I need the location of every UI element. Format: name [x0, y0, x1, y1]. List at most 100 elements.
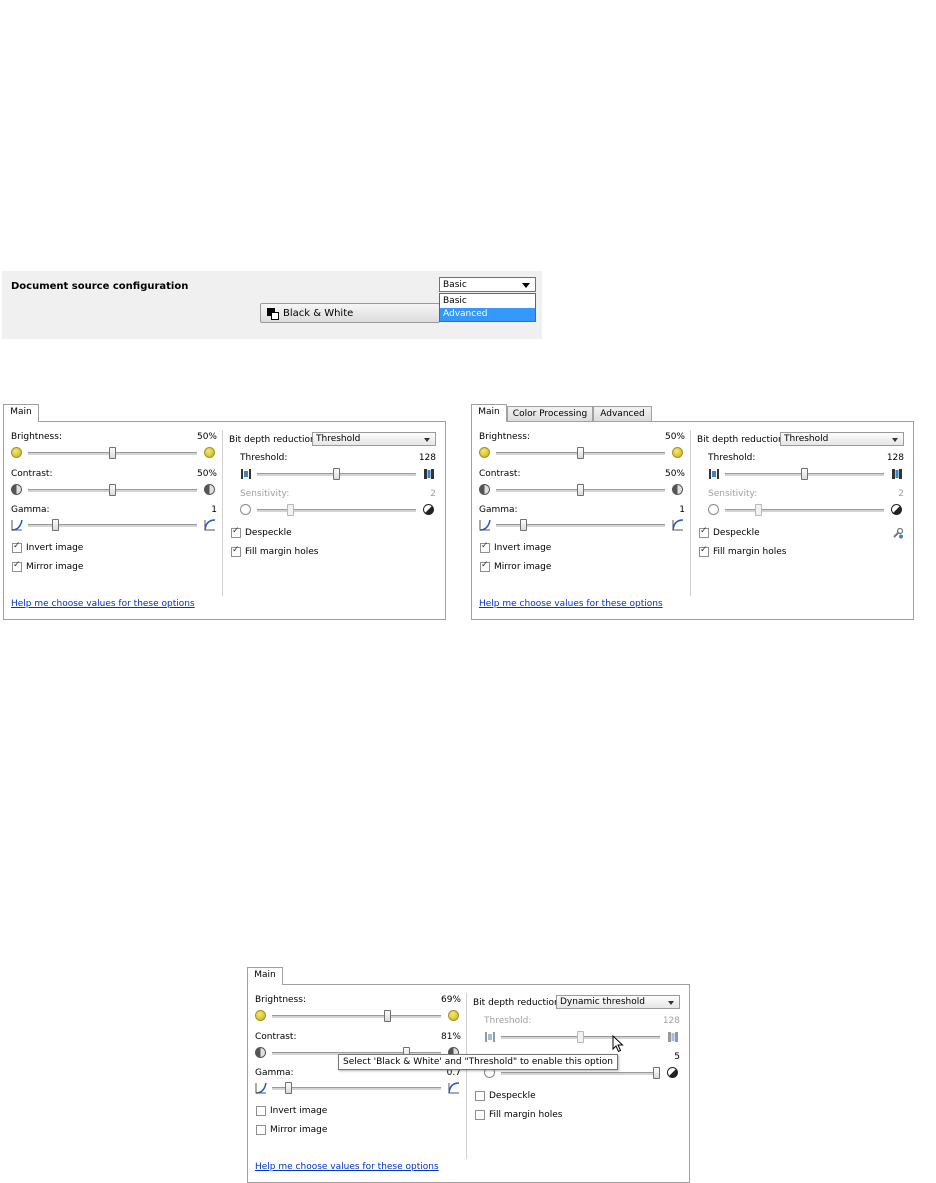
bit-depth-select[interactable]: Threshold: [780, 432, 904, 446]
brightness-high-icon[interactable]: [204, 447, 215, 458]
brightness-high-icon[interactable]: [672, 447, 683, 458]
disabled-option-tooltip: Select 'Black & White' and "Threshold" t…: [338, 1054, 618, 1070]
gamma-label: Gamma:: [479, 505, 518, 515]
brightness-value: 69%: [440, 995, 461, 1005]
threshold-high-icon[interactable]: [423, 468, 435, 480]
bit-depth-select[interactable]: Threshold: [312, 432, 436, 446]
sensitivity-value: 2: [898, 489, 904, 499]
fill-margin-holes-checkbox[interactable]: [475, 1110, 485, 1120]
sensitivity-low-icon[interactable]: [708, 504, 719, 515]
contrast-slider-thumb[interactable]: [109, 484, 116, 496]
threshold-value: 128: [662, 1016, 680, 1026]
sensitivity-track: [257, 509, 416, 512]
mirror-image-label: Mirror image: [26, 562, 84, 572]
threshold-label: Threshold:: [484, 1016, 532, 1026]
sensitivity-low-icon[interactable]: [240, 504, 251, 515]
gamma-high-icon[interactable]: [204, 519, 216, 531]
tab-main[interactable]: Main: [3, 404, 39, 422]
contrast-high-icon[interactable]: [672, 484, 683, 495]
contrast-low-icon[interactable]: [11, 484, 22, 495]
gamma-low-icon[interactable]: [11, 519, 23, 531]
despeckle-label: Despeckle: [489, 1091, 536, 1101]
despeckle-label: Despeckle: [245, 528, 292, 538]
help-link[interactable]: Help me choose values for these options: [11, 599, 195, 609]
mirror-image-label: Mirror image: [270, 1125, 328, 1135]
brightness-slider-thumb[interactable]: [383, 1010, 391, 1022]
gamma-value: 1: [679, 505, 685, 515]
fill-margin-holes-checkbox[interactable]: [699, 545, 709, 557]
brightness-slider-thumb[interactable]: [109, 447, 116, 459]
gamma-track: [272, 1087, 441, 1090]
chevron-down-icon[interactable]: [424, 438, 430, 442]
chevron-down-icon[interactable]: [522, 283, 530, 288]
tab-color-processing[interactable]: Color Processing: [507, 406, 593, 421]
brightness-low-icon[interactable]: [255, 1010, 266, 1021]
sensitivity-high-icon[interactable]: [667, 1067, 678, 1078]
sensitivity-high-icon[interactable]: [891, 504, 902, 515]
sensitivity-slider-thumb[interactable]: [755, 504, 763, 516]
invert-image-checkbox[interactable]: [12, 541, 22, 553]
chevron-down-icon[interactable]: [668, 1001, 674, 1005]
tab-advanced[interactable]: Advanced: [593, 406, 652, 421]
chevron-down-icon[interactable]: [892, 438, 898, 442]
threshold-low-icon[interactable]: [240, 468, 252, 480]
mouse-cursor-icon: [612, 1034, 624, 1053]
threshold-slider-thumb[interactable]: [577, 1031, 584, 1043]
config-mode-dropdown[interactable]: Basic: [439, 277, 536, 292]
brightness-label: Brightness:: [255, 995, 306, 1005]
option-basic[interactable]: Basic: [440, 295, 535, 308]
gamma-high-icon[interactable]: [672, 519, 684, 531]
help-link[interactable]: Help me choose values for these options: [255, 1162, 439, 1172]
threshold-slider-thumb[interactable]: [333, 468, 340, 480]
mirror-image-checkbox[interactable]: [480, 560, 490, 572]
gamma-low-icon[interactable]: [479, 519, 491, 531]
scan-settings-panel-basic: Main Brightness: 50% Contrast: 50% Gamma: 1 In…: [3, 404, 446, 620]
help-link[interactable]: Help me choose values for these options: [479, 599, 663, 609]
config-title: Document source configuration: [11, 281, 189, 292]
fill-margin-holes-checkbox[interactable]: [231, 545, 241, 557]
tab-main[interactable]: Main: [247, 967, 283, 985]
invert-image-checkbox[interactable]: [256, 1106, 266, 1116]
threshold-low-icon[interactable]: [708, 468, 720, 480]
bit-depth-value: Threshold: [784, 434, 829, 444]
sensitivity-high-icon[interactable]: [423, 504, 434, 515]
contrast-slider-thumb[interactable]: [577, 484, 584, 496]
invert-image-checkbox[interactable]: [480, 541, 490, 553]
despeckle-checkbox[interactable]: [475, 1091, 485, 1101]
contrast-value: 50%: [196, 469, 217, 479]
contrast-high-icon[interactable]: [204, 484, 215, 495]
gamma-high-icon[interactable]: [448, 1082, 460, 1094]
threshold-low-icon[interactable]: [484, 1031, 496, 1043]
gamma-slider-thumb[interactable]: [52, 519, 60, 531]
threshold-high-icon[interactable]: [891, 468, 903, 480]
sensitivity-label: Sensitivity:: [708, 489, 758, 499]
contrast-low-icon[interactable]: [255, 1047, 266, 1058]
tools-icon[interactable]: [892, 527, 904, 539]
contrast-label: Contrast:: [255, 1032, 297, 1042]
bit-depth-value: Threshold: [316, 434, 361, 444]
gamma-slider-thumb[interactable]: [520, 519, 528, 531]
gamma-low-icon[interactable]: [255, 1082, 267, 1094]
black-white-button[interactable]: Black & White: [260, 303, 440, 323]
tab-main[interactable]: Main: [471, 404, 507, 422]
option-advanced[interactable]: Advanced: [440, 308, 535, 321]
brightness-low-icon[interactable]: [11, 447, 22, 458]
brightness-slider-thumb[interactable]: [577, 447, 584, 459]
gamma-slider-thumb[interactable]: [284, 1082, 292, 1094]
threshold-high-icon[interactable]: [667, 1031, 679, 1043]
sensitivity-slider-thumb[interactable]: [653, 1067, 660, 1079]
mirror-image-checkbox[interactable]: [256, 1125, 266, 1135]
threshold-slider-thumb[interactable]: [801, 468, 808, 480]
mirror-image-checkbox[interactable]: [12, 560, 22, 572]
sensitivity-slider-thumb[interactable]: [287, 504, 295, 516]
contrast-low-icon[interactable]: [479, 484, 490, 495]
despeckle-checkbox[interactable]: [699, 526, 709, 538]
brightness-low-icon[interactable]: [479, 447, 490, 458]
brightness-high-icon[interactable]: [448, 1010, 459, 1021]
column-divider: [690, 430, 691, 596]
despeckle-checkbox[interactable]: [231, 526, 241, 538]
scan-settings-panel-dynamic: Main Brightness: 69% Contrast: 81% Gamma: 0.7…: [247, 967, 690, 1183]
brightness-label: Brightness:: [11, 432, 62, 442]
threshold-value: 128: [886, 453, 904, 463]
bit-depth-select[interactable]: Dynamic threshold: [556, 995, 680, 1009]
